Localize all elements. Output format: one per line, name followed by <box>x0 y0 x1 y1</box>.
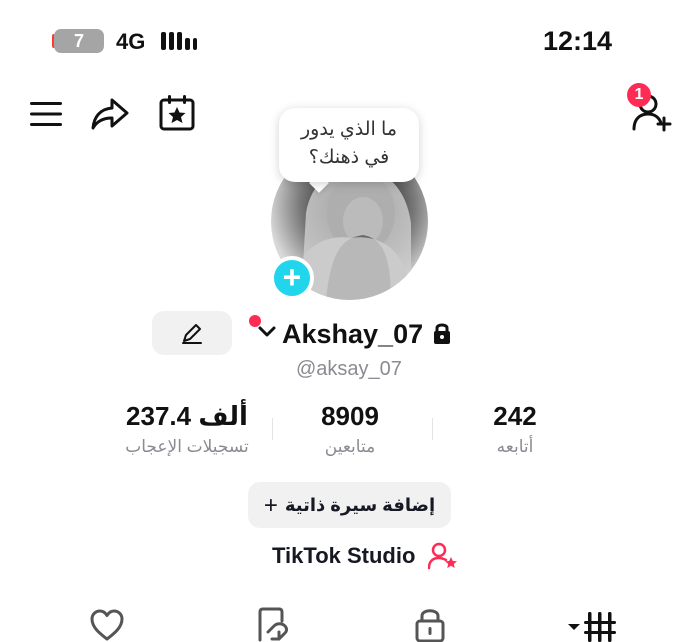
repost-icon[interactable] <box>254 606 290 642</box>
plus-icon: + <box>263 492 278 519</box>
add-bio-button[interactable]: + إضافة سيرة ذاتية <box>248 482 451 528</box>
edit-profile-button[interactable] <box>152 311 232 355</box>
likes-label: تسجيلات الإعجاب <box>125 437 249 456</box>
chevron-down-icon[interactable] <box>257 324 277 340</box>
add-story-button[interactable]: + <box>270 256 314 300</box>
heart-icon[interactable] <box>89 608 125 642</box>
username-handle: @aksay_07 <box>296 358 402 380</box>
stats-divider <box>432 418 433 440</box>
calendar-star-icon[interactable] <box>158 94 196 132</box>
followers-count[interactable]: 8909 <box>290 401 410 431</box>
followers-label: متابعين <box>324 437 376 456</box>
share-icon[interactable] <box>90 94 130 134</box>
lock-icon <box>434 323 450 344</box>
likes-count[interactable]: 237.4 ألف <box>112 401 262 431</box>
battery-icon: 7 <box>54 29 104 53</box>
notification-badge: 1 <box>627 83 651 107</box>
tiktok-studio-link[interactable]: TikTok Studio <box>272 542 415 570</box>
person-star-icon[interactable] <box>428 542 458 570</box>
menu-icon[interactable] <box>28 96 64 132</box>
clock: 12:14 <box>543 26 613 56</box>
pencil-icon <box>182 324 202 344</box>
following-label: أتابعه <box>496 437 534 456</box>
add-bio-label: إضافة سيرة ذاتية <box>284 495 436 515</box>
bubble-text-line1: ما الذي يدور <box>300 119 398 140</box>
network-type: 4G <box>116 29 146 54</box>
stats-divider <box>272 418 273 440</box>
bubble-text-line2: في ذهنك؟ <box>308 147 390 168</box>
private-videos-lock-icon[interactable] <box>414 606 446 642</box>
display-name[interactable]: Akshay_07 <box>282 317 423 351</box>
battery-level: 7 <box>73 31 84 51</box>
signal-bars-icon <box>161 32 197 50</box>
status-bubble[interactable]: ما الذي يدور في ذهنك؟ <box>279 108 419 182</box>
following-count[interactable]: 242 <box>455 401 575 431</box>
videos-grid-icon[interactable] <box>566 608 618 642</box>
